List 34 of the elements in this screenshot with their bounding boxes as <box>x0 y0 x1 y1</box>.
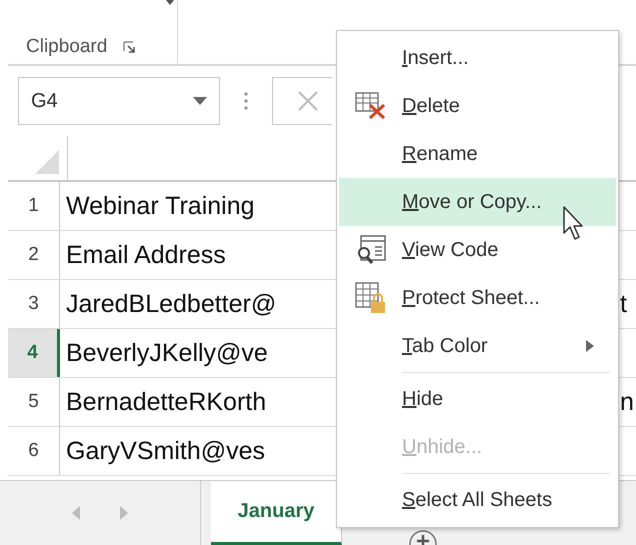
dots-icon <box>244 92 248 110</box>
menu-item[interactable]: Insert... <box>339 34 616 82</box>
menu-item[interactable]: Select All Sheets <box>339 476 616 524</box>
table-lock-icon <box>354 282 386 314</box>
menu-item[interactable]: Delete <box>339 82 616 130</box>
table-cell-text: Email Address <box>65 240 227 270</box>
cancel-button[interactable] <box>272 77 332 125</box>
group-label: Clipboard <box>26 36 108 58</box>
menu-item[interactable]: Tab Color <box>339 322 616 375</box>
table-cell-text: JaredBLedbetter@ <box>65 288 278 320</box>
dropdown-arrow-icon <box>193 97 207 105</box>
scroll-right-icon[interactable] <box>120 506 128 520</box>
add-sheet-icon[interactable] <box>408 529 438 545</box>
table-cell-text: Webinar Training <box>65 190 256 222</box>
menu-item[interactable]: Protect Sheet... <box>339 274 616 322</box>
table-cell-text: t <box>620 288 628 320</box>
menu-item[interactable]: Hide <box>339 375 616 423</box>
scroll-left-icon[interactable] <box>72 506 80 520</box>
table-cell-text: BeverlyJKelly@ve <box>65 338 269 368</box>
submenu-arrow-icon <box>586 340 594 352</box>
table-cell-text: n <box>620 386 635 418</box>
table-cell-text: BernadetteRKorth <box>65 386 268 418</box>
menu-item[interactable]: Move or Copy... <box>339 178 616 226</box>
row-header[interactable]: 4 <box>8 329 60 377</box>
select-all-triangle-icon[interactable] <box>35 150 59 174</box>
sheet-tab[interactable]: January <box>211 481 342 545</box>
table-cell-text: GaryVSmith@ves <box>65 436 266 466</box>
menu-item[interactable]: Rename <box>339 130 616 178</box>
close-icon <box>297 90 319 112</box>
caret-icon[interactable] <box>166 0 174 5</box>
table-delete-icon <box>354 92 386 120</box>
name-box[interactable]: G4 <box>18 77 220 125</box>
dialog-launcher-icon[interactable] <box>123 41 136 53</box>
menu-item[interactable]: View Code <box>339 226 616 274</box>
